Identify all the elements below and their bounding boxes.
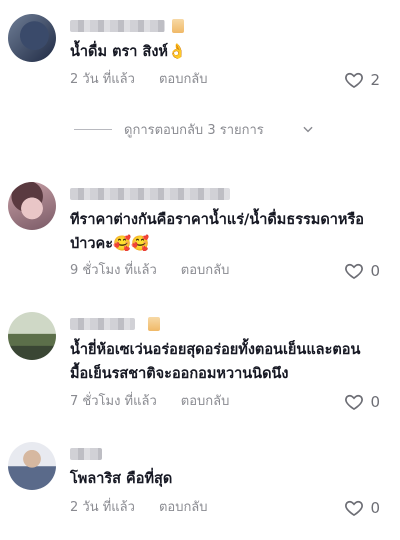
reply-button[interactable]: ตอบกลับ <box>181 394 230 409</box>
comment-time: 9 ชั่วโมง ที่แล้ว <box>70 263 157 278</box>
divider-line <box>74 129 112 130</box>
like-count: 0 <box>370 262 380 280</box>
comment-meta: 7 ชั่วโมง ที่แล้ว ตอบกลับ <box>70 392 229 412</box>
like-button[interactable]: 0 <box>344 391 380 413</box>
heart-outline-icon <box>345 263 364 280</box>
like-button[interactable]: 0 <box>344 260 380 282</box>
comment-text: ทีราคาต่างกันคือราคาน้ำแร่/น้ำดื่มธรรมดา… <box>70 212 364 252</box>
username-blurred[interactable] <box>70 20 165 32</box>
username-blurred[interactable] <box>70 188 230 200</box>
comment-time: 7 ชั่วโมง ที่แล้ว <box>70 394 157 409</box>
comment-meta: 9 ชั่วโมง ที่แล้ว ตอบกลับ <box>70 261 229 281</box>
comment-text: น้ำดื่ม ตรา สิงห์👌 <box>70 44 187 60</box>
comment-meta: 2 วัน ที่แล้ว ตอบกลับ <box>70 70 208 90</box>
comment-text: โพลาริส คือที่สุด <box>70 471 173 487</box>
like-button[interactable]: 2 <box>344 69 380 91</box>
avatar[interactable] <box>8 442 56 490</box>
reply-button[interactable]: ตอบกลับ <box>181 263 230 278</box>
comment-item-2: ทีราคาต่างกันคือราคาน้ำแร่/น้ำดื่มธรรมดา… <box>0 175 400 295</box>
heart-outline-icon <box>345 72 364 89</box>
username-emoji <box>148 317 160 331</box>
comment-meta: 2 วัน ที่แล้ว ตอบกลับ <box>70 498 208 518</box>
comment-time: 2 วัน ที่แล้ว <box>70 72 135 87</box>
like-count: 0 <box>370 393 380 411</box>
avatar[interactable] <box>8 312 56 360</box>
chevron-down-icon <box>303 126 313 133</box>
comment-time: 2 วัน ที่แล้ว <box>70 500 135 515</box>
like-count: 2 <box>370 71 380 89</box>
comment-item-1: น้ำดื่ม ตรา สิงห์👌 2 วัน ที่แล้ว ตอบกลับ … <box>0 0 400 115</box>
view-replies-button[interactable]: ดูการตอบกลับ 3 รายการ <box>0 117 400 141</box>
comment-item-3: น้ำยี่ห้อเซเว่นอร่อยสุดอร่อยทั้งตอนเย็นแ… <box>0 305 400 425</box>
avatar[interactable] <box>8 14 56 62</box>
like-button[interactable]: 0 <box>344 497 380 519</box>
avatar[interactable] <box>8 182 56 230</box>
view-replies-label: ดูการตอบกลับ 3 รายการ <box>124 123 264 138</box>
username-emoji <box>172 19 184 33</box>
username-blurred[interactable] <box>70 318 135 330</box>
comment-text: น้ำยี่ห้อเซเว่นอร่อยสุดอร่อยทั้งตอนเย็นแ… <box>70 342 361 382</box>
comment-item-4: โพลาริส คือที่สุด 2 วัน ที่แล้ว ตอบกลับ 0 <box>0 435 400 535</box>
reply-button[interactable]: ตอบกลับ <box>159 500 208 515</box>
heart-outline-icon <box>345 500 364 517</box>
username-blurred[interactable] <box>70 448 102 460</box>
heart-outline-icon <box>345 394 364 411</box>
reply-button[interactable]: ตอบกลับ <box>159 72 208 87</box>
like-count: 0 <box>370 499 380 517</box>
